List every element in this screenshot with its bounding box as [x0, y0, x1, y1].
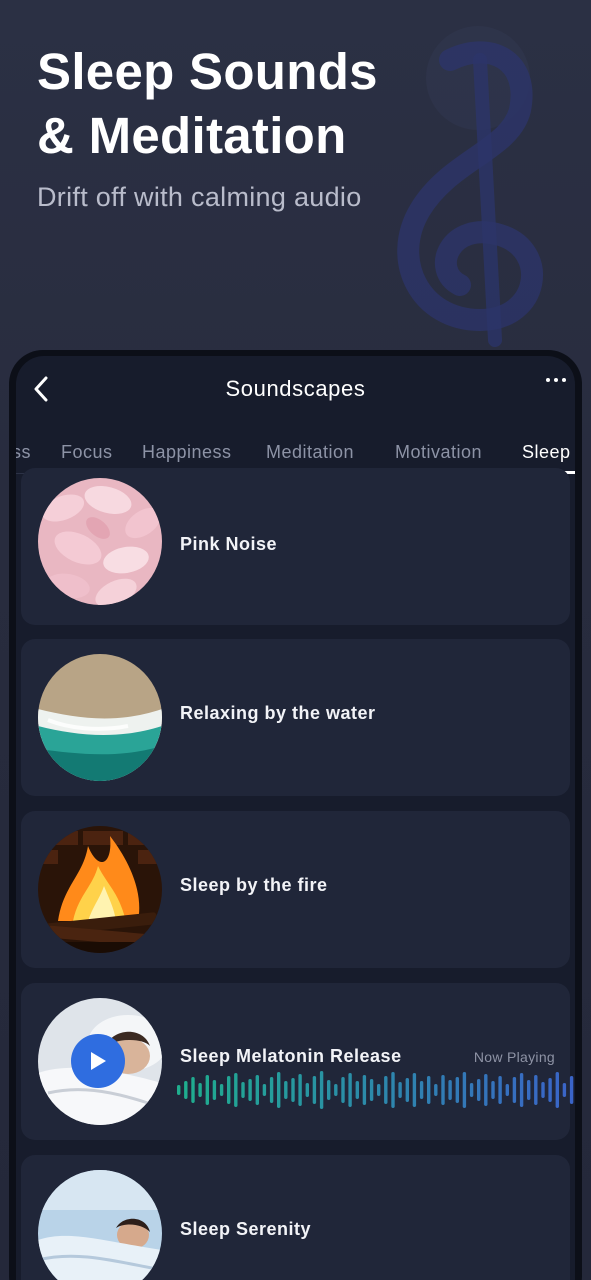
- track-card[interactable]: Sleep Serenity: [21, 1155, 570, 1280]
- waveform-bar: [177, 1085, 181, 1095]
- tab-motivation[interactable]: Motivation: [395, 442, 482, 463]
- woman-in-bed-image: [38, 1170, 162, 1280]
- waveform-bar: [348, 1073, 352, 1107]
- waveform-bar: [291, 1078, 295, 1102]
- audio-waveform: [177, 1071, 574, 1109]
- waveform-bar: [534, 1075, 538, 1105]
- beach-aerial-image: [38, 654, 162, 781]
- rose-petals-image: [38, 478, 162, 605]
- waveform-bar: [205, 1075, 209, 1105]
- waveform-bar: [341, 1077, 345, 1103]
- waveform-bar: [298, 1074, 302, 1106]
- waveform-bar: [305, 1083, 309, 1097]
- waveform-bar: [255, 1075, 259, 1105]
- now-playing-label: Now Playing: [473, 1049, 555, 1065]
- waveform-bar: [441, 1075, 445, 1105]
- waveform-bar: [191, 1077, 195, 1103]
- waveform-bar: [569, 1076, 574, 1104]
- screen-title: Soundscapes: [225, 376, 366, 401]
- app-screen: Soundscapes ss Focus Happiness Meditatio…: [16, 356, 575, 1280]
- waveform-bar: [284, 1081, 288, 1099]
- play-icon: [91, 1052, 106, 1070]
- hero-subtitle: Drift off with calming audio: [37, 182, 362, 212]
- more-options-button[interactable]: [543, 374, 569, 386]
- waveform-bar: [455, 1077, 459, 1103]
- waveform-bar: [405, 1078, 409, 1102]
- waveform-bar: [484, 1074, 488, 1106]
- hero-title: Sleep Sounds & Meditation: [37, 43, 378, 164]
- track-title: Sleep by the fire: [180, 875, 328, 895]
- waveform-bar: [498, 1076, 502, 1104]
- track-card[interactable]: Sleep by the fire: [21, 811, 570, 968]
- hero: Sleep Sounds & Meditation Drift off with…: [37, 40, 557, 213]
- waveform-bar: [369, 1079, 374, 1101]
- play-button[interactable]: [71, 1034, 125, 1088]
- tab-sleep[interactable]: Sleep: [522, 442, 571, 463]
- waveform-bar: [541, 1082, 545, 1098]
- waveform-bar: [241, 1082, 245, 1098]
- waveform-bar: [227, 1076, 231, 1104]
- phone-frame: Soundscapes ss Focus Happiness Meditatio…: [9, 350, 582, 1280]
- waveform-bar: [269, 1077, 274, 1103]
- track-card-now-playing[interactable]: Sleep Melatonin Release Now Playing: [21, 983, 574, 1140]
- tab-previous[interactable]: ss: [16, 442, 31, 463]
- waveform-bar: [555, 1072, 559, 1108]
- waveform-bar: [277, 1072, 281, 1108]
- waveform-bar: [234, 1073, 238, 1107]
- waveform-bar: [462, 1072, 467, 1108]
- waveform-bar: [427, 1076, 431, 1104]
- tab-focus[interactable]: Focus: [61, 442, 113, 463]
- waveform-bar: [248, 1079, 252, 1101]
- track-thumbnail: [38, 478, 162, 605]
- tab-happiness[interactable]: Happiness: [142, 442, 232, 463]
- waveform-bar: [334, 1084, 338, 1096]
- waveform-bar: [319, 1071, 324, 1109]
- waveform-bar: [434, 1084, 438, 1096]
- top-bar: Soundscapes: [16, 356, 575, 422]
- waveform-bar: [398, 1082, 402, 1098]
- waveform-bar: [212, 1080, 217, 1100]
- waveform-bar: [448, 1080, 452, 1100]
- waveform-bar: [312, 1076, 317, 1104]
- waveform-bar: [477, 1079, 481, 1101]
- waveform-bar: [184, 1081, 188, 1099]
- waveform-bar: [491, 1081, 495, 1099]
- waveform-bar: [384, 1076, 388, 1104]
- waveform-bar: [412, 1073, 417, 1107]
- waveform-bar: [391, 1072, 395, 1108]
- track-title: Sleep Serenity: [180, 1219, 312, 1239]
- waveform-bar: [505, 1084, 509, 1096]
- track-title: Pink Noise: [180, 534, 278, 554]
- waveform-bar: [512, 1077, 517, 1103]
- waveform-bar: [377, 1084, 381, 1096]
- waveform-bar: [198, 1083, 202, 1097]
- track-card[interactable]: Relaxing by the water: [21, 639, 570, 796]
- waveform-bar: [262, 1084, 267, 1096]
- waveform-bar: [419, 1081, 424, 1099]
- waveform-bar: [562, 1083, 567, 1097]
- waveform-bar: [355, 1081, 359, 1099]
- track-card[interactable]: Pink Noise: [21, 468, 570, 625]
- track-title: Relaxing by the water: [180, 703, 376, 723]
- track-title: Sleep Melatonin Release: [180, 1046, 402, 1066]
- waveform-bar: [362, 1075, 367, 1105]
- more-horizontal-icon: [546, 378, 550, 382]
- fireplace-image: [38, 826, 162, 953]
- waveform-bar: [327, 1080, 331, 1100]
- waveform-bar: [519, 1073, 524, 1107]
- track-thumbnail: [38, 654, 162, 781]
- waveform-bar: [469, 1083, 474, 1097]
- tab-meditation[interactable]: Meditation: [266, 442, 354, 463]
- waveform-bar: [548, 1078, 552, 1102]
- track-thumbnail: [38, 826, 162, 953]
- track-thumbnail: [38, 1170, 162, 1280]
- waveform-bar: [527, 1080, 531, 1100]
- waveform-bar: [219, 1084, 224, 1096]
